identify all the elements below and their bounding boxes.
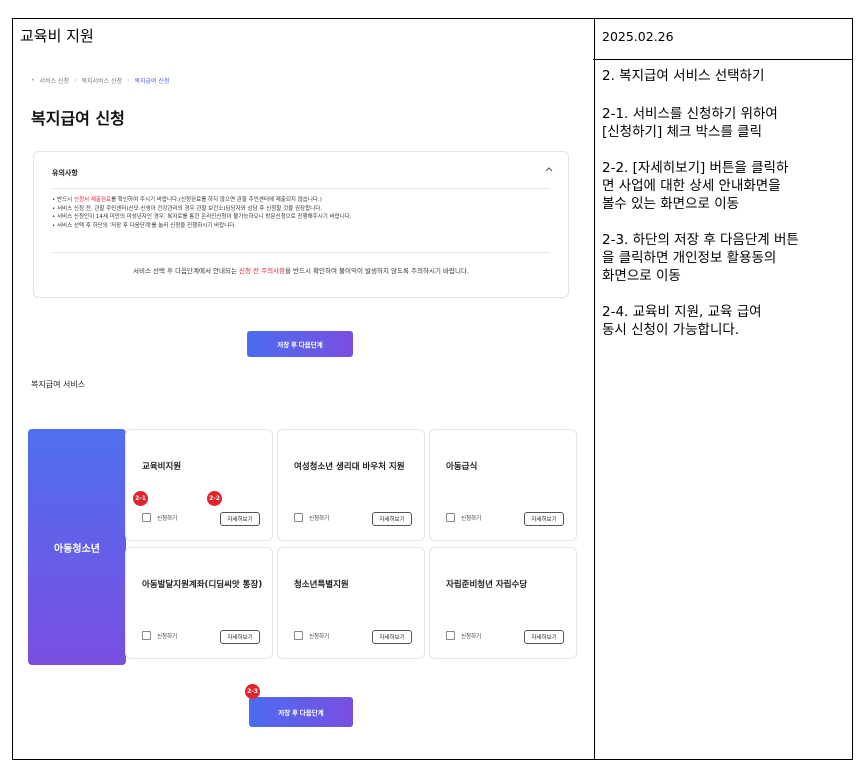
notice-list: • 반드시 신청서 제출완료를 확인하여 주시기 바랍니다.(신청완료를 하지 … (52, 196, 352, 230)
save-next-button-top[interactable]: 저장 후 다음단계 (247, 331, 353, 357)
note-2-3: 2-3. 하단의 저장 후 다음단계 버튼 을 클릭하면 개인정보 활용동의 화… (602, 232, 799, 284)
apply-checkbox[interactable]: 신청하기 (142, 631, 177, 640)
column-divider (594, 19, 595, 760)
service-card-meal: 아동급식 신청하기 자세히보기 (429, 429, 577, 541)
save-next-button-bottom[interactable]: 저장 후 다음단계 (249, 697, 353, 727)
divider (52, 188, 550, 189)
notice-panel: 유의사항 • 반드시 신청서 제출완료를 확인하여 주시기 바랍니다.(신청완료… (33, 151, 569, 298)
apply-checkbox[interactable]: 신청하기 (142, 513, 177, 522)
doc-title: 교육비 지원 (20, 27, 94, 45)
checkbox-icon[interactable] (446, 513, 455, 522)
checkbox-icon[interactable] (142, 513, 151, 522)
apply-checkbox[interactable]: 신청하기 (294, 513, 329, 522)
checkbox-icon[interactable] (446, 631, 455, 640)
divider (52, 252, 550, 253)
notes-column: 2. 복지급여 서비스 선택하기 2-1. 서비스를 신청하기 위하여 [신청하… (602, 67, 852, 357)
note-2: 2. 복지급여 서비스 선택하기 (602, 68, 765, 84)
apply-checkbox[interactable]: 신청하기 (446, 513, 481, 522)
detail-button[interactable]: 자세히보기 (372, 630, 412, 644)
chevron-up-icon[interactable] (544, 164, 554, 174)
category-block: 아동청소년 (28, 429, 126, 665)
card-title: 여성청소년 생리대 바우처 지원 (294, 462, 405, 472)
notice-footer: 서비스 선택 후 다음단계에서 안내되는 신청 전 주의사항을 반드시 확인하여… (133, 267, 469, 275)
note-2-2: 2-2. [자세히보기] 버튼을 클릭하 면 사업에 대한 상세 안내화면을 볼… (602, 160, 789, 212)
card-title: 자립준비청년 자립수당 (446, 580, 528, 590)
breadcrumb-item-current[interactable]: 복지급여 신청 (134, 76, 169, 85)
breadcrumb: • 서비스 신청 › 복지서비스 신청 › 복지급여 신청 (31, 76, 169, 85)
card-title: 교육비지원 (142, 462, 182, 472)
notice-line: • 서비스 신청 전, 관할 주민센터(산모·신생아 건강관리의 경우 관할 보… (52, 205, 323, 212)
detail-button[interactable]: 자세히보기 (524, 630, 564, 644)
home-dot-icon: • (31, 77, 35, 84)
screenshot-area: • 서비스 신청 › 복지서비스 신청 › 복지급여 신청 복지급여 신청 유의… (13, 59, 593, 759)
checkbox-icon[interactable] (294, 513, 303, 522)
notice-line: • 서비스 선택 후 하단의 '저장 후 다음단계'를 눌러 신청을 진행하시기… (52, 222, 237, 229)
section-label: 복지급여 서비스 (31, 380, 86, 389)
card-title: 아동급식 (446, 462, 478, 472)
detail-button[interactable]: 자세히보기 (524, 512, 564, 526)
notice-line: • 서비스 신청인이 14세 미만의 미성년자인 경우, 복지로를 통한 온라인… (52, 214, 352, 220)
service-card-youth-support: 청소년특별지원 신청하기 자세히보기 (277, 547, 425, 659)
note-2-4: 2-4. 교육비 지원, 교육 급여 동시 신청이 가능합니다. (602, 304, 762, 338)
checkbox-icon[interactable] (294, 631, 303, 640)
breadcrumb-item[interactable]: 복지서비스 신청 (81, 76, 122, 85)
detail-button[interactable]: 자세히보기 (220, 512, 260, 526)
detail-button[interactable]: 자세히보기 (372, 512, 412, 526)
step-badge: 2-2 (207, 491, 222, 506)
notice-line: • 반드시 신청서 제출완료를 확인하여 주시기 바랍니다.(신청완료를 하지 … (52, 197, 322, 203)
detail-button[interactable]: 자세히보기 (220, 630, 260, 644)
checkbox-icon[interactable] (142, 631, 151, 640)
service-card-independence-allowance: 자립준비청년 자립수당 신청하기 자세히보기 (429, 547, 577, 659)
note-2-1: 2-1. 서비스를 신청하기 위하여 [신청하기] 체크 박스를 클릭 (602, 106, 778, 140)
card-title: 아동발달지원계좌(디딤씨앗 통장) (142, 580, 263, 590)
service-card-sanitary: 여성청소년 생리대 바우처 지원 신청하기 자세히보기 (277, 429, 425, 541)
apply-checkbox[interactable]: 신청하기 (446, 631, 481, 640)
service-card-education: 교육비지원 신청하기 자세히보기 (125, 429, 273, 541)
chevron-right-icon: › (127, 77, 130, 84)
service-card-development-account: 아동발달지원계좌(디딤씨앗 통장) 신청하기 자세히보기 (125, 547, 273, 659)
breadcrumb-item[interactable]: 서비스 신청 (40, 76, 70, 85)
page-title: 복지급여 신청 (31, 109, 125, 128)
step-badge: 2-1 (133, 491, 148, 506)
step-badge: 2-3 (245, 684, 260, 699)
doc-date: 2025.02.26 (602, 29, 674, 44)
apply-checkbox[interactable]: 신청하기 (294, 631, 329, 640)
card-title: 청소년특별지원 (294, 580, 349, 590)
notice-heading: 유의사항 (52, 169, 78, 177)
chevron-right-icon: › (74, 77, 77, 84)
